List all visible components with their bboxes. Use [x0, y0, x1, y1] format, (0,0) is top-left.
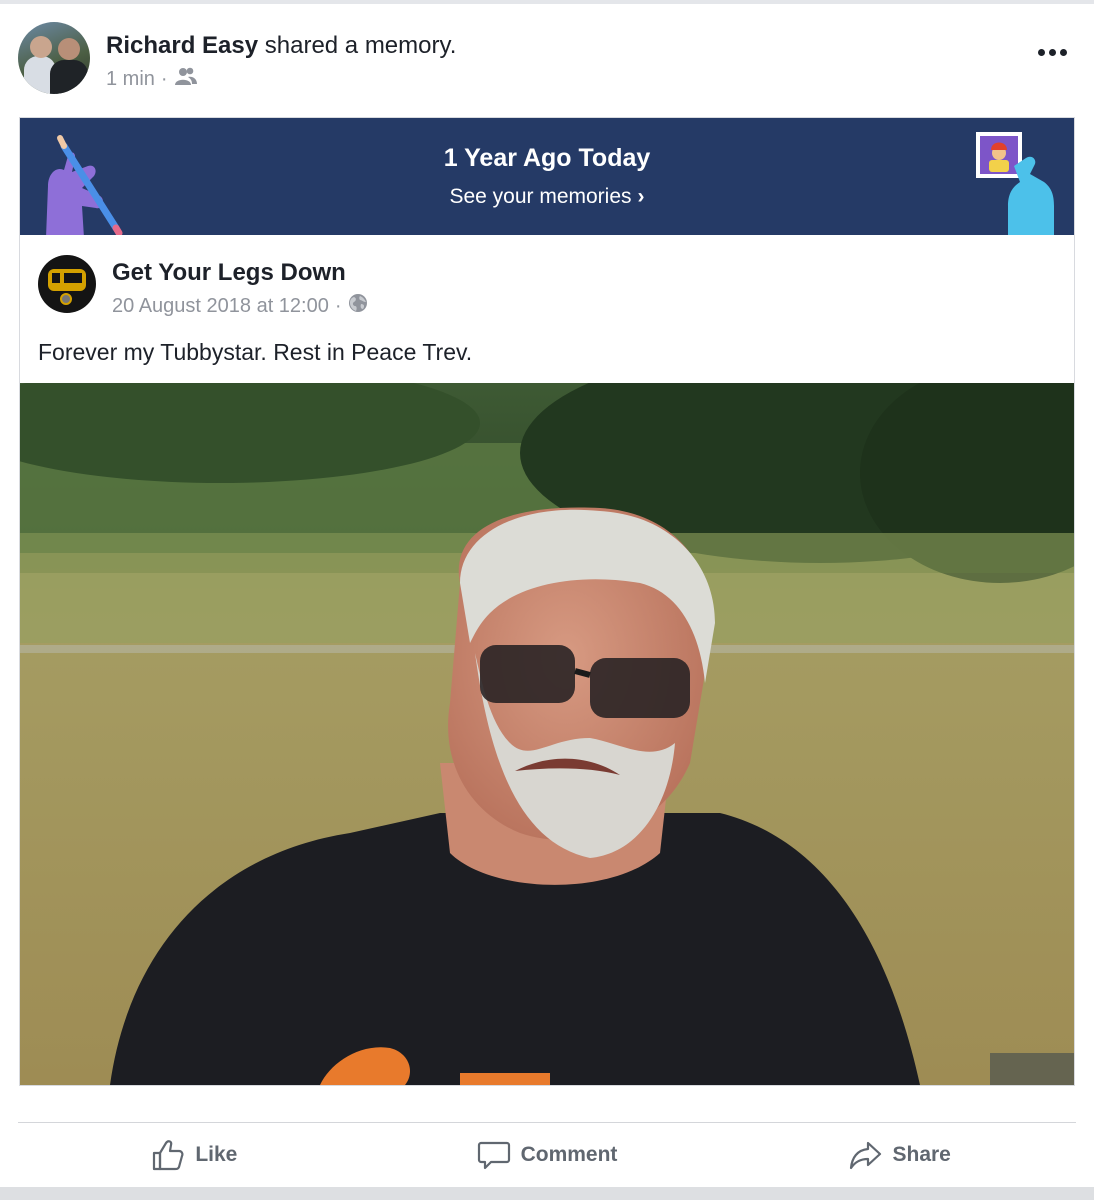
share-label: Share [892, 1143, 951, 1166]
post-time[interactable]: 1 min [106, 68, 155, 91]
comment-icon [477, 1141, 510, 1170]
post-header: Richard Easy shared a memory. 1 min · [18, 22, 1078, 98]
more-dots-icon [1037, 48, 1045, 56]
memory-card: 1 Year Ago Today See your memories › Get … [19, 117, 1075, 1086]
page-name[interactable]: Get Your Legs Down [112, 259, 346, 287]
like-label: Like [195, 1143, 238, 1166]
meta-separator: · [160, 67, 168, 90]
chevron-right-icon: › [637, 185, 645, 208]
post-text: Forever my Tubbystar. Rest in Peace Trev… [38, 339, 473, 365]
post-meta: 1 min · [106, 66, 198, 92]
thumbs-up-icon [153, 1140, 184, 1171]
comment-button[interactable]: Comment [371, 1130, 724, 1180]
feed-separator [0, 1187, 1094, 1200]
friends-icon[interactable] [174, 66, 198, 92]
post-actions: Like Comment Share [18, 1130, 1076, 1180]
memory-title: 1 Year Ago Today [443, 144, 651, 172]
post-photo[interactable] [20, 383, 1074, 1085]
share-button[interactable]: Share [723, 1130, 1076, 1180]
see-memories-label: See your memories [449, 185, 632, 208]
more-options-button[interactable] [1032, 34, 1072, 70]
post-action-text: shared a memory. [264, 32, 457, 59]
hand-pencil-illustration [46, 135, 123, 235]
top-divider [0, 0, 1094, 4]
hand-photo-illustration [976, 132, 1054, 235]
see-memories-link[interactable]: See your memories › [20, 185, 1074, 209]
author-line: Richard Easy shared a memory. [106, 32, 456, 60]
author-avatar[interactable] [18, 22, 90, 94]
meta-separator: · [334, 294, 342, 317]
memory-banner[interactable]: 1 Year Ago Today See your memories › [20, 118, 1074, 235]
globe-icon[interactable] [348, 293, 368, 319]
original-post-date[interactable]: 20 August 2018 at 12:00 [112, 295, 329, 318]
original-post-meta: 20 August 2018 at 12:00 · [112, 293, 368, 319]
actions-divider [18, 1122, 1076, 1123]
original-post: Get Your Legs Down 20 August 2018 at 12:… [20, 235, 1074, 383]
like-button[interactable]: Like [18, 1130, 371, 1180]
author-name[interactable]: Richard Easy [106, 32, 258, 59]
share-icon [850, 1141, 882, 1170]
page-avatar[interactable] [38, 255, 96, 313]
comment-label: Comment [520, 1143, 618, 1166]
photo-image [20, 383, 1074, 1085]
